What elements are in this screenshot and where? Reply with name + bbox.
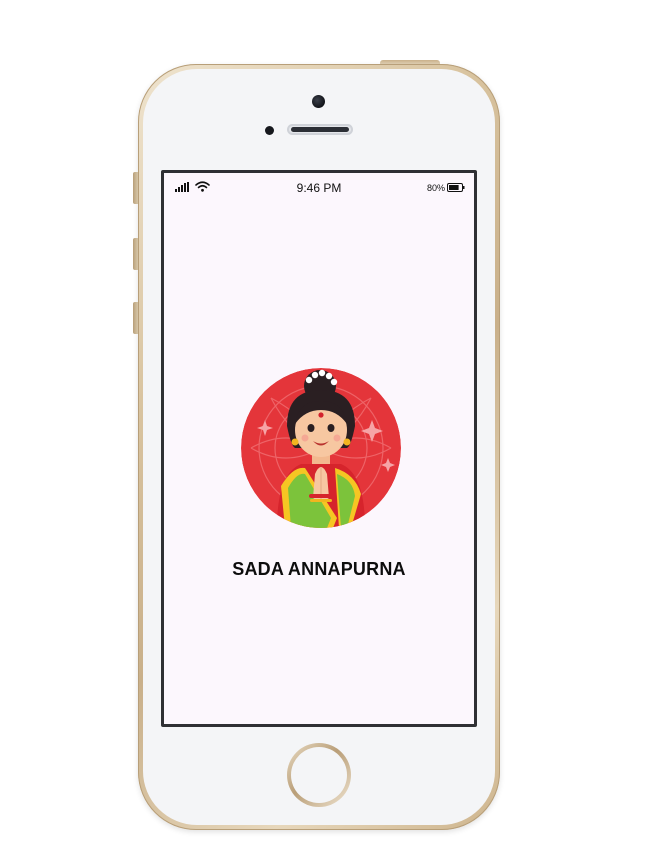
earpiece-speaker [287,124,353,135]
status-bar: 9:46 PM 80% [164,173,474,199]
home-button[interactable] [287,743,351,807]
battery-icon [447,183,465,192]
front-camera [312,95,325,108]
phone-screen: 9:46 PM 80% SADA ANNAPURNA [161,170,477,727]
app-title: SADA ANNAPURNA [232,559,406,579]
woman-namaste-illustration [241,368,401,528]
proximity-sensor [265,126,274,135]
battery-percent: 80% [426,183,445,193]
phone-mockup: 9:46 PM 80% SADA ANNAPURNA [0,0,664,863]
splash-screen: 9:46 PM 80% SADA ANNAPURNA [164,173,474,724]
